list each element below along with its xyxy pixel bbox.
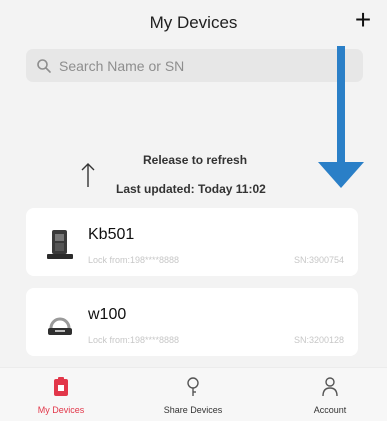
bottom-tab-bar: My Devices Share Devices Account (0, 367, 387, 421)
share-devices-icon (187, 377, 199, 396)
device-name: w100 (88, 306, 127, 323)
last-updated-text: Last updated: Today 11:02 (116, 182, 266, 196)
tab-my-devices[interactable]: My Devices (6, 368, 116, 421)
top-header: My Devices + (0, 0, 387, 46)
device-card-w100[interactable]: w100 Lock from:198****8888 SN:3200128 (26, 288, 358, 356)
device-sn: SN:3900754 (293, 255, 344, 265)
release-to-refresh-text: Release to refresh (143, 153, 248, 167)
tab-label: Account (313, 405, 347, 415)
device-name: Kb501 (88, 226, 135, 243)
tab-label: My Devices (37, 405, 85, 415)
device-sn: SN:3200128 (293, 335, 344, 345)
tab-label: Share Devices (163, 405, 223, 415)
tab-share-devices[interactable]: Share Devices (138, 368, 248, 421)
search-bar[interactable] (26, 49, 363, 82)
device-lock-from: Lock from:198****8888 (88, 335, 180, 345)
tab-account[interactable]: Account (275, 368, 385, 421)
add-device-button[interactable]: + (349, 6, 377, 34)
padlock-device-icon (48, 317, 72, 335)
device-card-kb501[interactable]: Kb501 Lock from:198****8888 SN:3900754 (26, 208, 358, 276)
account-icon (322, 377, 338, 397)
pull-down-arrow-icon (318, 46, 364, 188)
arrow-up-icon (81, 163, 95, 187)
device-lock-from: Lock from:198****8888 (88, 255, 180, 265)
page-title: My Devices (149, 13, 238, 32)
my-devices-icon (54, 377, 68, 396)
search-icon (37, 58, 51, 73)
keypad-lock-icon (47, 230, 73, 259)
